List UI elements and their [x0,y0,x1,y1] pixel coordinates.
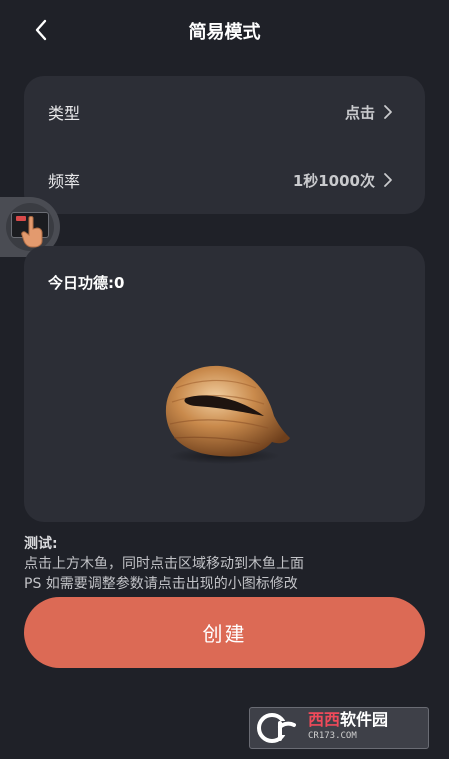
watermark-logo: 西西软件园 CR173.COM [249,707,429,749]
type-value-group: 点击 [345,102,393,123]
test-line-2: PS 如需要调整参数请点击出现的小图标修改 [24,576,298,592]
frequency-value: 1秒1000次 [292,171,375,190]
frequency-value-group: 1秒1000次 [293,170,393,191]
wooden-fish-icon [165,365,290,464]
page-title: 简易模式 [188,22,261,43]
test-line-1: 点击上方木鱼，同时点击区域移动到木鱼上面 [24,556,304,572]
header: 简易模式 [0,0,449,62]
settings-card: 类型 点击 频率 1秒1000次 [24,76,425,214]
setting-row-type[interactable]: 类型 点击 [24,82,425,142]
tap-finger-icon [21,216,43,248]
watermark-text-white: 软件园 [340,710,389,729]
type-label: 类型 [48,104,81,123]
watermark-url: CR173.COM [308,731,357,741]
wooden-fish[interactable] [156,358,296,468]
test-instructions: 测试: 点击上方木鱼，同时点击区域移动到木鱼上面 PS 如需要调整参数请点击出现… [24,534,434,594]
create-button[interactable]: 创建 [24,597,425,668]
type-value: 点击 [344,103,375,122]
watermark-text: 西西软件园 CR173.COM [308,712,388,744]
test-title: 测试: [24,536,58,552]
chevron-right-icon [384,105,392,119]
watermark-icon [257,713,296,743]
frequency-label: 频率 [48,172,81,191]
merit-card: 今日功德:0 [24,246,425,522]
chevron-right-icon [384,173,392,187]
setting-row-frequency[interactable]: 频率 1秒1000次 [24,150,425,210]
watermark-text-red: 西西 [308,710,341,729]
merit-counter: 今日功德:0 [48,274,125,292]
floating-widget-inner [6,203,54,251]
